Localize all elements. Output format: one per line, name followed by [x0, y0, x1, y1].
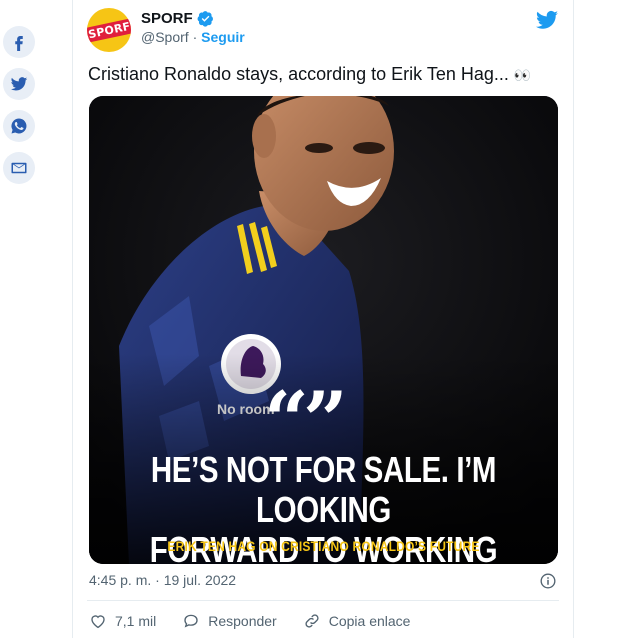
whatsapp-share-button[interactable]	[3, 110, 35, 142]
headline-line-1: HE’S NOT FOR SALE. I’M LOOKING	[150, 449, 497, 530]
tweet-body: Cristiano Ronaldo stays, according to Er…	[88, 64, 509, 84]
media-caption: ERIK TEN HAG ON CRISTIANO RONALDO’S FUTU…	[167, 538, 480, 554]
follow-button[interactable]: Seguir	[201, 29, 245, 45]
author-handle[interactable]: @Sporf	[141, 29, 189, 45]
tweet-actions: 7,1 mil Responder Copia enlace	[89, 610, 559, 632]
info-icon[interactable]	[539, 572, 557, 590]
eyes-emoji: 👀	[513, 68, 531, 84]
avatar-logo-text: SPORF	[87, 17, 131, 43]
handle-separator: ·	[188, 29, 202, 45]
tweet-media-image[interactable]: No room “” HE’S NOT FOR SALE. I’M LOOKIN…	[89, 96, 558, 564]
name-row: SPORF	[141, 10, 245, 27]
twitter-logo-icon[interactable]	[535, 8, 559, 32]
copy-link-button[interactable]: Copia enlace	[303, 612, 411, 630]
reply-label: Responder	[208, 613, 277, 629]
reply-bubble-icon	[184, 614, 198, 628]
tweet-timestamp[interactable]: 4:45 p. m. · 19 jul. 2022	[89, 572, 236, 588]
tweet-header: SPORF SPORF @Sporf · Seguir	[87, 8, 559, 52]
copy-link-label: Copia enlace	[328, 613, 411, 629]
twitter-icon	[10, 77, 28, 91]
email-icon	[11, 162, 27, 174]
author-name[interactable]: SPORF	[141, 10, 193, 27]
author-info: SPORF @Sporf · Seguir	[141, 10, 245, 45]
facebook-icon	[15, 36, 23, 51]
link-icon	[305, 614, 319, 628]
avatar[interactable]: SPORF	[87, 8, 131, 52]
like-count: 7,1 mil	[115, 613, 157, 629]
twitter-share-button[interactable]	[3, 68, 35, 100]
email-share-button[interactable]	[3, 152, 35, 184]
share-bar	[3, 26, 39, 194]
tweet-meta: 4:45 p. m. · 19 jul. 2022	[89, 572, 559, 592]
like-button[interactable]: 7,1 mil	[89, 612, 156, 630]
heart-icon	[91, 615, 105, 629]
divider	[87, 600, 559, 601]
handle-row: @Sporf · Seguir	[141, 29, 245, 45]
whatsapp-icon	[11, 118, 27, 134]
tweet-card: SPORF SPORF @Sporf · Seguir Cristiano Ro…	[72, 0, 574, 638]
tweet-text: Cristiano Ronaldo stays, according to Er…	[88, 62, 559, 88]
verified-badge-icon	[197, 11, 213, 27]
reply-button[interactable]: Responder	[182, 612, 277, 630]
facebook-share-button[interactable]	[3, 26, 35, 58]
